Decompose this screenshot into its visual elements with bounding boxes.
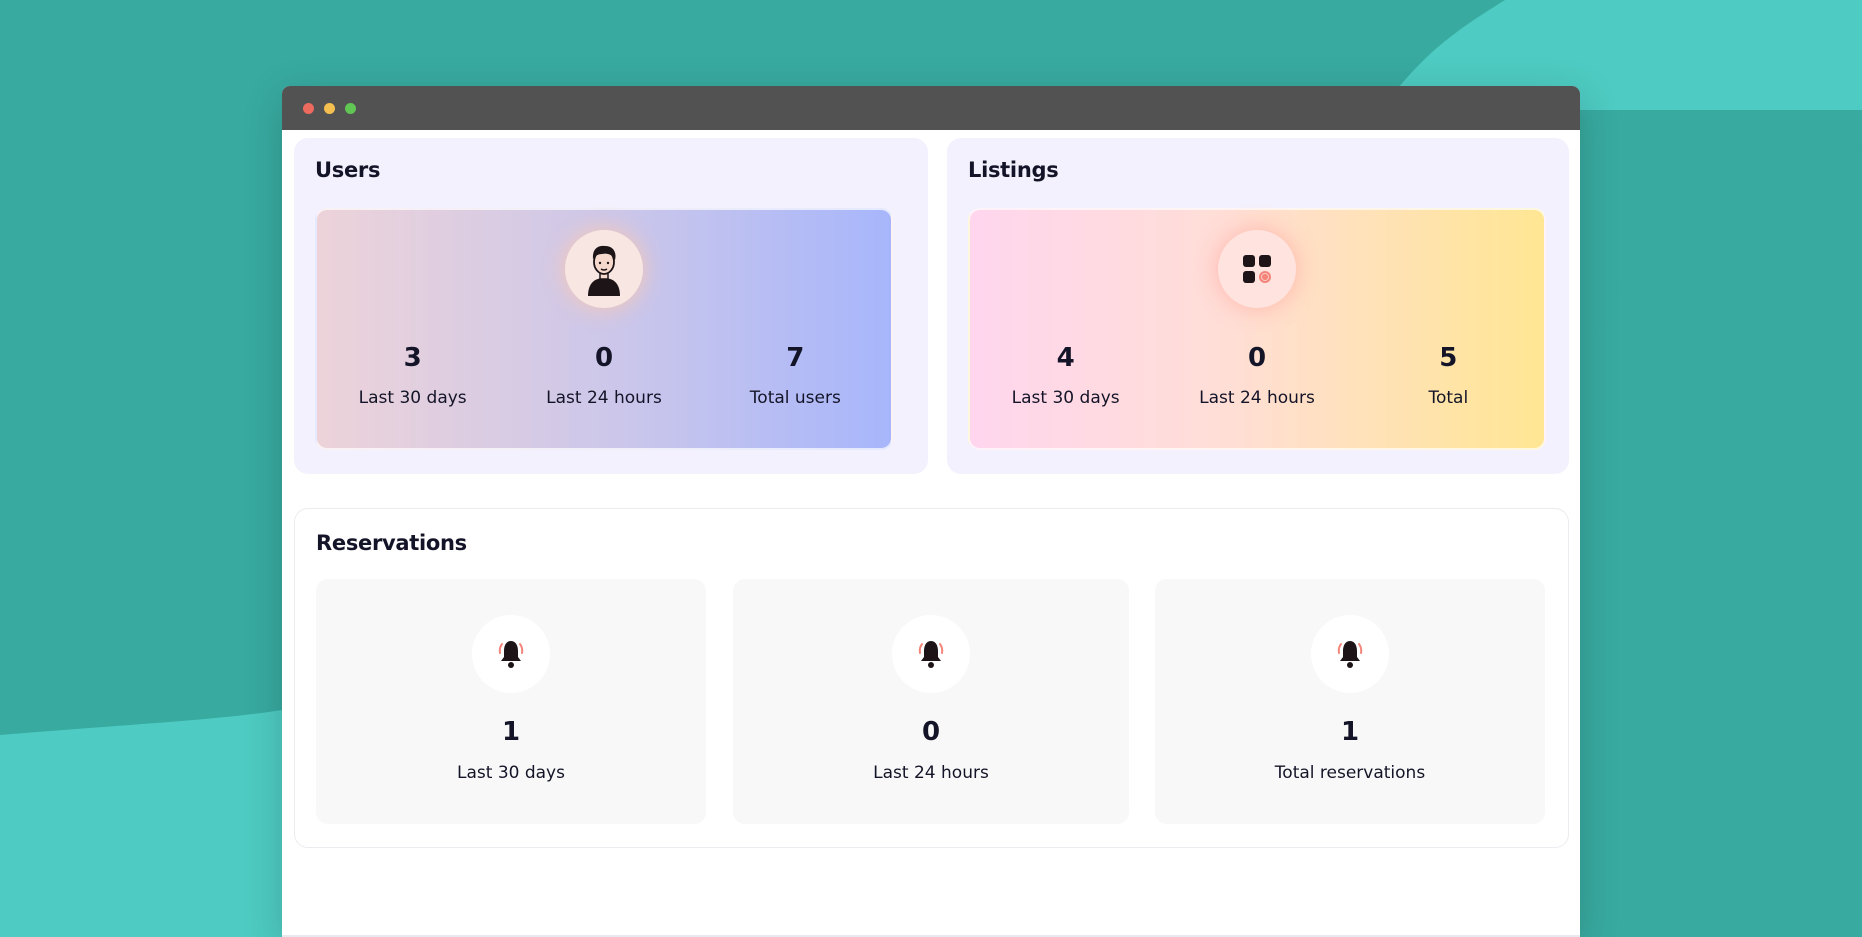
listings-stats-card: 4 Last 30 days 0 Last 24 hours 5 Total bbox=[968, 208, 1546, 450]
users-stat-24-hours: 0 Last 24 hours bbox=[546, 343, 662, 408]
bell-icon bbox=[1311, 615, 1389, 693]
grid-icon bbox=[1218, 230, 1296, 308]
user-avatar-icon bbox=[565, 230, 643, 308]
users-stats-card: 3 Last 30 days 0 Last 24 hours 7 Total u… bbox=[315, 208, 893, 450]
minimize-window-button[interactable] bbox=[324, 103, 335, 114]
close-window-button[interactable] bbox=[303, 103, 314, 114]
users-stat-30-days: 3 Last 30 days bbox=[358, 343, 467, 408]
users-stat-total: 7 Total users bbox=[749, 343, 841, 408]
listings-stat-total: 5 Total bbox=[1428, 343, 1469, 408]
reservations-stat-24-hours: 0 Last 24 hours bbox=[733, 579, 1129, 824]
window-titlebar bbox=[282, 86, 1580, 130]
reservations-title: Reservations bbox=[316, 531, 467, 555]
users-title: Users bbox=[315, 158, 381, 182]
reservations-panel: Reservations 1 Last 30 days 0 Last 24 ho… bbox=[294, 508, 1569, 848]
bell-icon bbox=[892, 615, 970, 693]
app-window: Users 3 Last 30 days 0 Last 24 hours 7 T… bbox=[282, 86, 1580, 937]
bell-icon bbox=[472, 615, 550, 693]
users-panel: Users 3 Last 30 days 0 Last 24 hours 7 T… bbox=[294, 138, 928, 474]
listings-panel: Listings 4 Last 30 days 0 Last 24 hours … bbox=[947, 138, 1569, 474]
maximize-window-button[interactable] bbox=[345, 103, 356, 114]
reservations-stat-30-days: 1 Last 30 days bbox=[316, 579, 706, 824]
listings-title: Listings bbox=[968, 158, 1059, 182]
reservations-stat-total: 1 Total reservations bbox=[1155, 579, 1545, 824]
listings-stat-30-days: 4 Last 30 days bbox=[1011, 343, 1120, 408]
listings-stat-24-hours: 0 Last 24 hours bbox=[1199, 343, 1315, 408]
